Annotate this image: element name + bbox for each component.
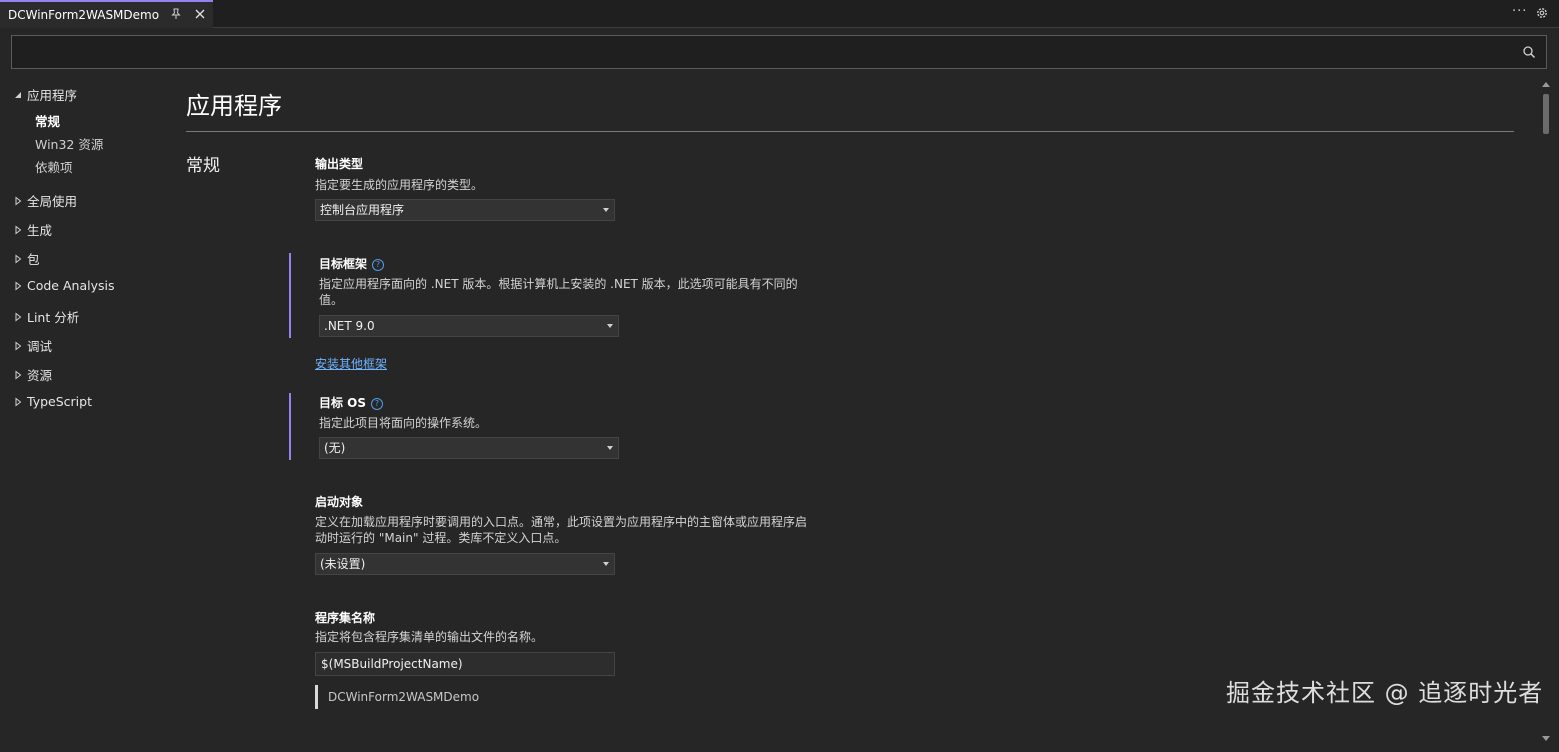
target-os-value: (无): [324, 441, 346, 455]
nav-item-label: 调试: [27, 339, 53, 354]
search-icon[interactable]: [1522, 45, 1536, 59]
target-framework-value: .NET 9.0: [324, 319, 375, 333]
resolved-value-bar: [315, 685, 318, 709]
nav-item-package[interactable]: 包: [13, 249, 40, 268]
target-framework-label-text: 目标框架: [319, 257, 368, 271]
startup-object-label: 启动对象: [315, 495, 364, 509]
nav-sub-dependencies[interactable]: 依赖项: [35, 157, 73, 176]
chevron-down-icon: [603, 562, 609, 566]
target-os-description: 指定此项目将面向的操作系统。: [319, 416, 488, 430]
help-icon[interactable]: ?: [372, 259, 385, 271]
search-input[interactable]: [18, 42, 1512, 64]
gear-icon[interactable]: [1535, 6, 1549, 20]
title-divider: [186, 131, 1514, 132]
scroll-up-arrow-icon[interactable]: [1542, 82, 1550, 87]
collapsed-triangle-icon: [15, 369, 22, 380]
nav-item-code-analysis[interactable]: Code Analysis: [13, 278, 114, 293]
nav-sub-general[interactable]: 常规: [35, 111, 60, 130]
properties-page: 应用程序 常规 Win32 资源 依赖项 全局使用 生成 包 Code Anal…: [0, 28, 1559, 752]
output-type-dropdown[interactable]: 控制台应用程序: [315, 199, 615, 221]
collapsed-triangle-icon: [15, 195, 22, 206]
target-os-label: 目标 OS?: [319, 394, 384, 411]
watermark-text: 掘金技术社区 @ 追逐时光者: [1226, 679, 1544, 707]
scrollbar-thumb[interactable]: [1543, 94, 1549, 134]
more-icon[interactable]: ···: [1512, 5, 1528, 21]
nav-item-label: 资源: [27, 368, 53, 383]
help-icon[interactable]: ?: [371, 398, 384, 410]
startup-object-description: 定义在加载应用程序时要调用的入口点。通常，此项设置为应用程序中的主窗体或应用程序…: [315, 515, 808, 545]
startup-object-dropdown[interactable]: (未设置): [315, 553, 615, 575]
chevron-down-icon: [607, 324, 613, 328]
nav-item-application[interactable]: 应用程序: [13, 85, 77, 104]
target-os-label-text: 目标 OS: [319, 396, 367, 410]
collapsed-triangle-icon: [15, 280, 22, 291]
nav-item-debug[interactable]: 调试: [13, 336, 52, 355]
assembly-name-label: 程序集名称: [315, 611, 376, 625]
nav-item-global-usings[interactable]: 全局使用: [13, 191, 77, 210]
install-frameworks-link[interactable]: 安装其他框架: [315, 355, 387, 372]
nav-item-label: TypeScript: [27, 394, 92, 409]
search-box[interactable]: [11, 35, 1547, 69]
collapsed-triangle-icon: [15, 311, 22, 322]
collapsed-triangle-icon: [15, 224, 22, 235]
output-type-label: 输出类型: [315, 157, 364, 171]
collapsed-triangle-icon: [15, 253, 22, 264]
target-framework-label: 目标框架?: [319, 255, 385, 272]
target-framework-description: 指定应用程序面向的 .NET 版本。根据计算机上安装的 .NET 版本，此选项可…: [319, 277, 798, 307]
target-framework-dropdown[interactable]: .NET 9.0: [319, 315, 619, 337]
assembly-name-input[interactable]: $(MSBuildProjectName): [315, 652, 615, 676]
modified-indicator-bar: [289, 253, 291, 338]
nav-item-build[interactable]: 生成: [13, 220, 52, 239]
section-title: 常规: [186, 156, 220, 176]
nav-item-label: Lint 分析: [27, 310, 80, 325]
document-tab[interactable]: DCWinForm2WASMDemo: [0, 0, 213, 28]
scroll-down-arrow-icon[interactable]: [1542, 736, 1550, 741]
nav-item-label: 应用程序: [27, 88, 78, 103]
document-tab-strip: DCWinForm2WASMDemo ···: [0, 0, 1559, 28]
nav-item-label: 全局使用: [27, 194, 78, 209]
vertical-scrollbar[interactable]: [1540, 78, 1552, 743]
nav-item-label: Code Analysis: [27, 278, 115, 293]
startup-object-value: (未设置): [320, 557, 366, 571]
collapsed-triangle-icon: [15, 340, 22, 351]
nav-sub-win32-resources[interactable]: Win32 资源: [35, 134, 103, 153]
nav-item-label: 生成: [27, 223, 53, 238]
document-tab-title: DCWinForm2WASMDemo: [8, 8, 160, 22]
output-type-value: 控制台应用程序: [320, 203, 405, 217]
nav-item-resources[interactable]: 资源: [13, 365, 52, 384]
chevron-down-icon: [607, 446, 613, 450]
collapsed-triangle-icon: [15, 396, 22, 407]
assembly-name-resolved-value: DCWinForm2WASMDemo: [328, 690, 480, 704]
nav-item-typescript[interactable]: TypeScript: [13, 394, 92, 409]
close-icon[interactable]: [194, 8, 206, 20]
chevron-down-icon: [603, 208, 609, 212]
nav-item-label: 包: [27, 252, 40, 267]
output-type-description: 指定要生成的应用程序的类型。: [315, 178, 484, 192]
expanded-triangle-icon: [15, 91, 21, 98]
nav-item-lint[interactable]: Lint 分析: [13, 307, 79, 326]
page-title: 应用程序: [186, 92, 282, 120]
target-os-dropdown[interactable]: (无): [319, 437, 619, 459]
assembly-name-description: 指定将包含程序集清单的输出文件的名称。: [315, 630, 544, 644]
pin-icon[interactable]: [170, 8, 182, 20]
modified-indicator-bar: [289, 393, 291, 460]
